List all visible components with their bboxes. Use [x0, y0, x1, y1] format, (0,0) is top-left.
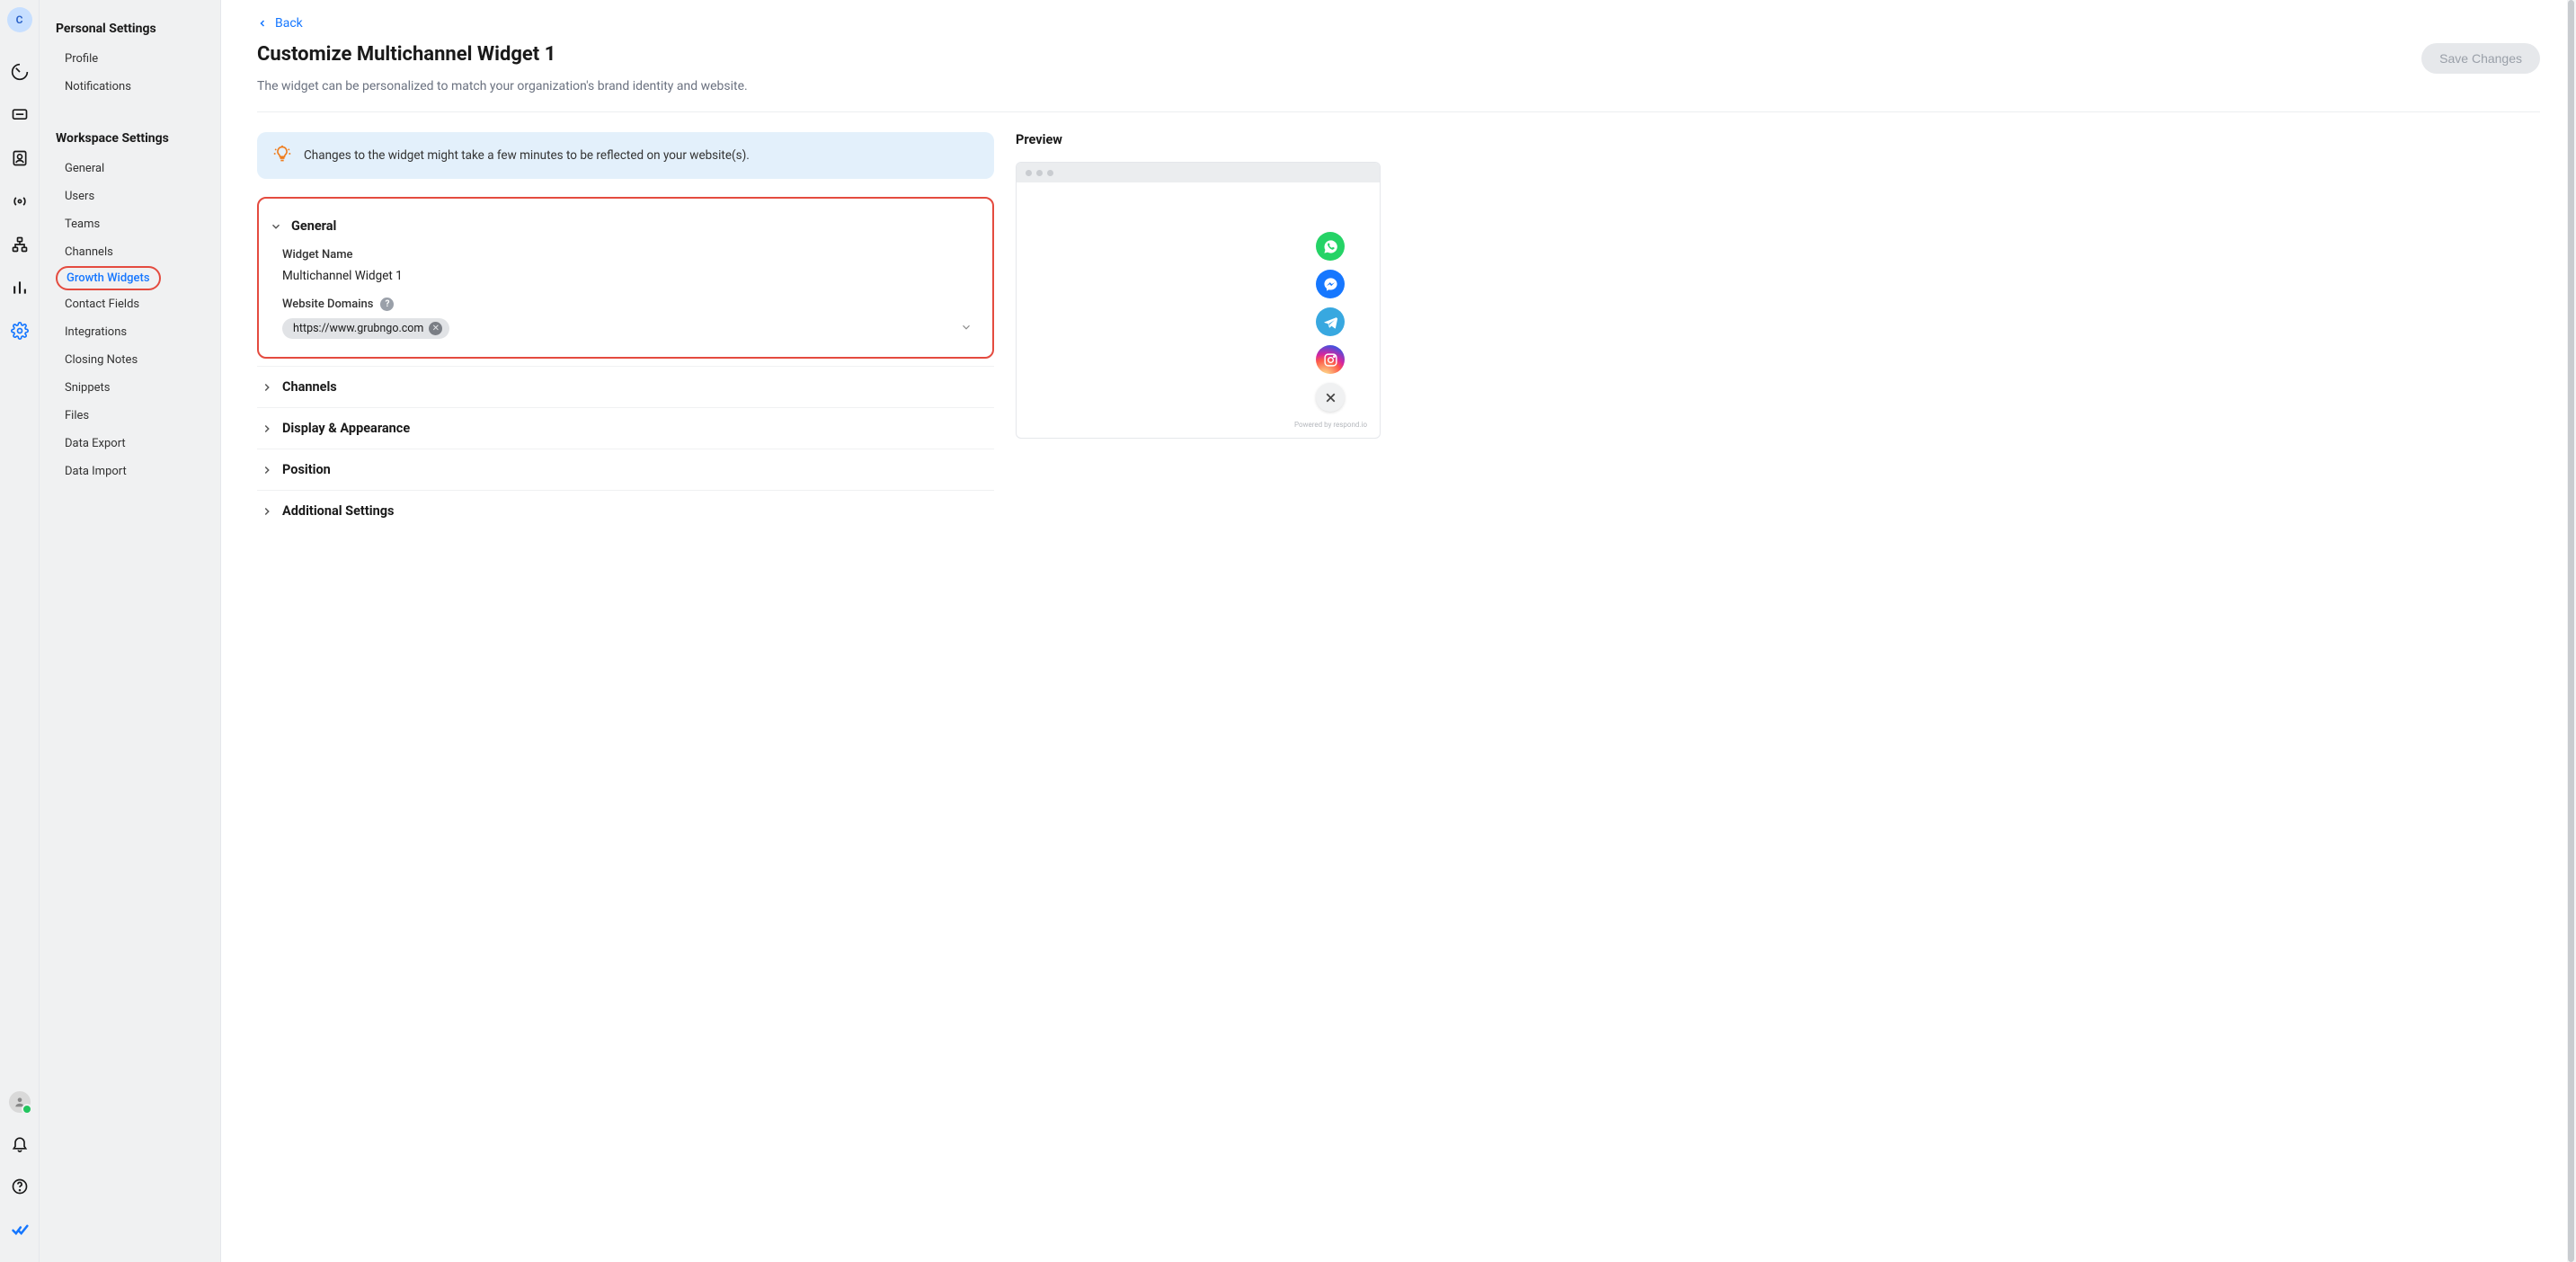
- sidebar-item-users[interactable]: Users: [40, 182, 220, 210]
- domain-chip: https://www.grubngo.com ✕: [282, 318, 449, 339]
- dashboard-icon[interactable]: [4, 56, 36, 88]
- save-button[interactable]: Save Changes: [2421, 43, 2540, 74]
- section-additional[interactable]: Additional Settings: [257, 490, 994, 531]
- contacts-icon[interactable]: [4, 142, 36, 174]
- general-section-highlight: General Widget Name Multichannel Widget …: [257, 197, 994, 359]
- reports-icon[interactable]: [4, 271, 36, 304]
- nav-rail: C: [0, 0, 40, 1262]
- chevron-right-icon: [261, 422, 273, 435]
- section-channels[interactable]: Channels: [257, 366, 994, 407]
- section-general-header[interactable]: General: [266, 208, 982, 244]
- whatsapp-icon[interactable]: [1316, 232, 1345, 261]
- personal-settings-heading: Personal Settings: [40, 16, 220, 45]
- widget-name-label: Widget Name: [266, 244, 982, 263]
- domain-expand-toggle[interactable]: [960, 321, 973, 337]
- sidebar-item-channels[interactable]: Channels: [40, 238, 220, 266]
- sidebar-item-general[interactable]: General: [40, 155, 220, 182]
- sidebar-item-closing-notes[interactable]: Closing Notes: [40, 346, 220, 374]
- sidebar-item-data-export[interactable]: Data Export: [40, 430, 220, 458]
- lightbulb-icon: [273, 145, 291, 166]
- domains-label: Website Domains ?: [266, 294, 982, 313]
- widget-name-value[interactable]: Multichannel Widget 1: [266, 263, 982, 294]
- section-display[interactable]: Display & Appearance: [257, 407, 994, 449]
- settings-icon[interactable]: [4, 315, 36, 347]
- sidebar-item-growth-widgets[interactable]: Growth Widgets: [56, 266, 161, 290]
- workflows-icon[interactable]: [4, 228, 36, 261]
- main-content: Back Customize Multichannel Widget 1 Sav…: [221, 0, 2576, 1262]
- section-channels-title: Channels: [282, 379, 337, 395]
- section-additional-title: Additional Settings: [282, 503, 394, 519]
- org-avatar[interactable]: C: [7, 7, 32, 32]
- section-position-title: Position: [282, 462, 331, 477]
- page-title: Customize Multichannel Widget 1: [257, 43, 555, 66]
- preview-frame: Powered by respond.io: [1016, 162, 1381, 439]
- back-label: Back: [275, 16, 303, 31]
- channel-stack: Powered by respond.io: [1294, 232, 1367, 429]
- chevron-left-icon: [257, 18, 268, 29]
- info-banner: Changes to the widget might take a few m…: [257, 132, 994, 179]
- sidebar-item-files[interactable]: Files: [40, 402, 220, 430]
- sidebar-item-notifications[interactable]: Notifications: [40, 73, 220, 101]
- sidebar-item-contact-fields[interactable]: Contact Fields: [40, 290, 220, 318]
- telegram-icon[interactable]: [1316, 307, 1345, 336]
- remove-domain-icon[interactable]: ✕: [429, 322, 442, 335]
- section-display-title: Display & Appearance: [282, 421, 410, 436]
- preview-browser-bar: [1017, 163, 1380, 182]
- chevron-right-icon: [261, 464, 273, 476]
- sidebar-item-data-import[interactable]: Data Import: [40, 458, 220, 485]
- user-avatar[interactable]: [9, 1091, 31, 1113]
- divider: [257, 111, 2540, 112]
- help-tooltip-icon[interactable]: ?: [380, 298, 394, 311]
- broadcast-icon[interactable]: [4, 185, 36, 218]
- sidebar-item-integrations[interactable]: Integrations: [40, 318, 220, 346]
- scrollbar[interactable]: [2567, 0, 2576, 1262]
- sidebar-item-profile[interactable]: Profile: [40, 45, 220, 73]
- inbox-icon[interactable]: [4, 99, 36, 131]
- page-description: The widget can be personalized to match …: [257, 79, 2540, 93]
- notifications-icon[interactable]: [4, 1127, 36, 1160]
- help-icon[interactable]: [4, 1170, 36, 1203]
- messenger-icon[interactable]: [1316, 270, 1345, 298]
- sidebar-item-teams[interactable]: Teams: [40, 210, 220, 238]
- chevron-right-icon: [261, 505, 273, 518]
- workspace-settings-heading: Workspace Settings: [40, 126, 220, 155]
- instagram-icon[interactable]: [1316, 345, 1345, 374]
- domain-value: https://www.grubngo.com: [293, 322, 423, 335]
- section-position[interactable]: Position: [257, 449, 994, 490]
- brand-icon[interactable]: [4, 1213, 36, 1246]
- section-general-title: General: [291, 218, 336, 234]
- powered-by-text: Powered by respond.io: [1294, 421, 1367, 429]
- chevron-down-icon: [270, 220, 282, 233]
- chevron-right-icon: [261, 381, 273, 394]
- settings-sidebar: Personal Settings Profile Notifications …: [40, 0, 221, 1262]
- back-link[interactable]: Back: [257, 16, 303, 31]
- sidebar-item-snippets[interactable]: Snippets: [40, 374, 220, 402]
- preview-heading: Preview: [1016, 132, 1381, 147]
- banner-text: Changes to the widget might take a few m…: [304, 148, 750, 163]
- close-icon[interactable]: [1316, 383, 1345, 412]
